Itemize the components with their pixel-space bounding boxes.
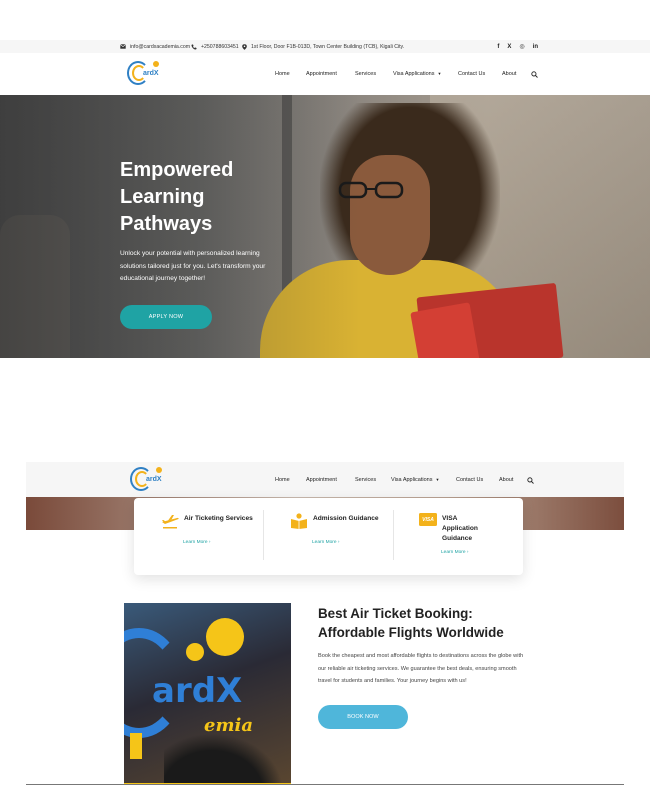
visa-card-icon: VISA [419,513,437,526]
service-title: Admission Guidance [313,515,379,522]
chevron-down-icon: ▼ [437,71,442,76]
sticky-header: ardX Home Appointment Services Visa Appl… [26,462,624,497]
photo-yellow-circle-small [186,643,204,661]
about-body: Book the cheapest and most affordable fl… [318,653,524,685]
social-links: f X ◎ in [497,40,538,53]
nav-services[interactable]: Services [355,71,376,77]
phone-text: +250788603451 [201,43,239,50]
top-info-bar: info@cardxacademia.com +250788603451 1st… [0,40,650,53]
about-heading: Best Air Ticket Booking: Affordable Flig… [318,606,504,640]
phone-icon [191,44,197,50]
chevron-down-icon: ▼ [435,476,440,482]
chevron-right-icon: › [337,540,340,545]
logo-text: ardX [143,70,159,77]
sticky-nav-visa-applications[interactable]: Visa Applications ▼ [391,477,439,483]
mail-icon [120,44,126,49]
phone-info[interactable]: +250788603451 [191,40,239,53]
hero-banner: Empowered Learning Pathways Unlock your … [0,95,650,358]
main-header: ardX Home Appointment Services Visa Appl… [0,53,650,95]
airplane-icon [162,515,179,529]
nav-visa-applications[interactable]: Visa Applications ▼ [393,71,441,77]
service-title: Air Ticketing Services [184,515,253,522]
photo-yellow-circle-large [206,618,244,656]
learn-more-label: Learn More [312,540,337,545]
nav-visa-label: Visa Applications [393,71,435,77]
hero-title: Empowered Learning Pathways [120,159,234,235]
learn-more-link[interactable]: Learn More › [312,540,339,545]
learn-more-link[interactable]: Learn More › [441,550,468,555]
linkedin-icon[interactable]: in [533,44,538,50]
photo-people [164,733,284,785]
sticky-nav-about[interactable]: About [499,477,513,483]
location-pin-icon [242,43,247,50]
section-divider [26,784,624,785]
sticky-nav-appointment[interactable]: Appointment [306,477,337,483]
service-card-visa-guidance: VISA VISA Application Guidance Learn Mor… [394,498,523,575]
sticky-nav-services[interactable]: Services [355,477,376,483]
sticky-nav-contact-us[interactable]: Contact Us [456,477,483,483]
nav-contact-us[interactable]: Contact Us [458,71,485,77]
learn-more-label: Learn More [441,550,466,555]
hero-person-face [350,155,430,275]
address-info: 1st Floor, Door F1B-013D, Town Center Bu… [242,40,404,53]
nav-about[interactable]: About [502,71,516,77]
address-text: 1st Floor, Door F1B-013D, Town Center Bu… [251,43,405,50]
service-title: VISA Application Guidance [442,515,478,542]
logo-dot [153,61,159,67]
logo-dot [156,467,162,473]
learn-more-label: Learn More [183,540,208,545]
chevron-right-icon: › [208,540,211,545]
apply-now-button[interactable]: APPLY NOW [120,305,212,329]
email-text: info@cardxacademia.com [130,43,191,50]
x-twitter-icon[interactable]: X [507,44,511,50]
nav-home[interactable]: Home [275,71,290,77]
sticky-nav-home[interactable]: Home [275,477,290,483]
visa-icon-text: VISA [422,516,434,523]
nav-appointment[interactable]: Appointment [306,71,337,77]
photo-yellow-block [130,733,142,759]
service-card-admission-guidance: Admission Guidance Learn More › [264,498,393,575]
logo-text: ardX [146,476,162,483]
service-card-air-ticketing: Air Ticketing Services Learn More › [134,498,263,575]
email-info[interactable]: info@cardxacademia.com [120,40,190,53]
reading-person-icon [291,513,307,529]
sticky-nav-visa-label: Visa Applications [391,476,433,483]
instagram-icon[interactable]: ◎ [519,44,524,50]
office-photo: ardX emia [124,603,291,785]
chevron-right-icon: › [466,550,469,555]
service-cards: Air Ticketing Services Learn More › Admi… [134,498,523,575]
site-logo[interactable]: ardX [127,59,161,89]
sticky-site-logo[interactable]: ardX [130,465,164,495]
learn-more-link[interactable]: Learn More › [183,540,210,545]
photo-wall-text: ardX [152,671,243,711]
search-icon[interactable] [531,65,538,83]
book-now-button[interactable]: BOOK NOW [318,705,408,729]
hero-subtitle: Unlock your potential with personalized … [120,250,266,282]
hero-red-folder-2 [410,302,480,358]
facebook-icon[interactable]: f [497,44,499,50]
search-icon[interactable] [527,471,534,489]
